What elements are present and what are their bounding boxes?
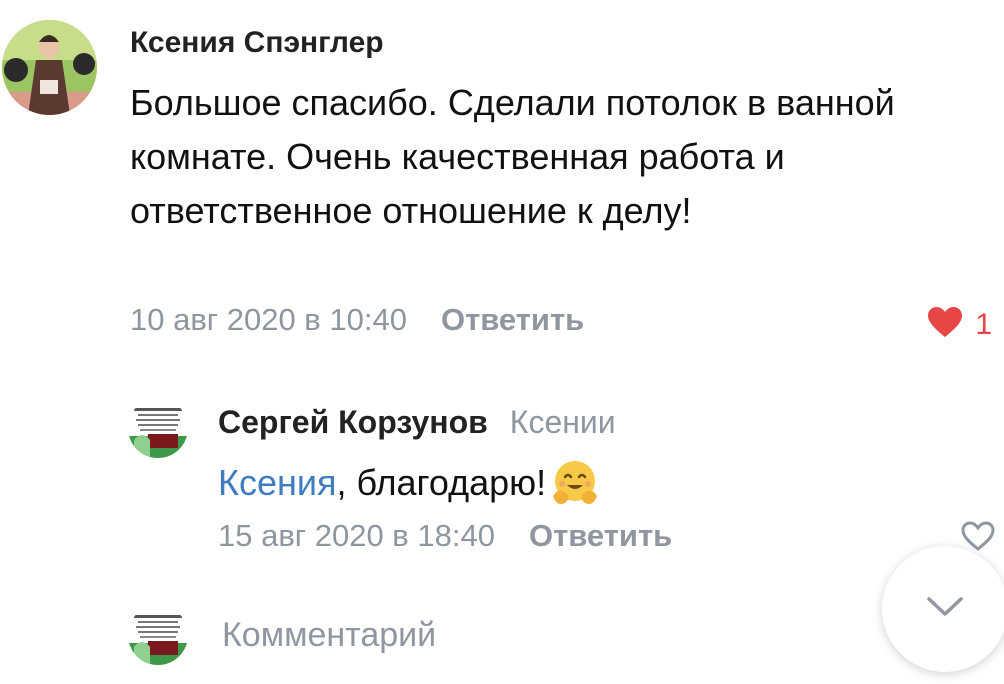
reply-timestamp: 15 авг 2020 в 18:40 [218, 518, 495, 553]
avatar-photo [2, 20, 97, 115]
comments-screen: Ксения Спэнглер Большое спасибо. Сделали… [0, 0, 1004, 684]
reply-author[interactable]: Сергей Корзунов [218, 404, 488, 440]
reply-text: Ксения, благодарю! [218, 458, 600, 508]
chevron-down-icon [925, 595, 965, 624]
heart-icon [927, 306, 963, 343]
comment-author[interactable]: Ксения Спэнглер [130, 26, 384, 60]
reply-author-line: Сергей Корзунов Ксении [218, 404, 616, 441]
avatar[interactable] [128, 605, 188, 665]
comment-input[interactable]: Комментарий [222, 616, 436, 655]
comment-meta: 10 авг 2020 в 10:40 Ответить [130, 302, 584, 338]
hugging-face-emoji-icon [550, 458, 600, 508]
avatar-logo [128, 398, 188, 458]
reply-button[interactable]: Ответить [529, 518, 672, 554]
avatar[interactable] [2, 20, 97, 115]
reply-text-body: , благодарю! [336, 462, 547, 503]
like-count: 1 [975, 307, 992, 341]
reply-button[interactable]: Ответить [441, 302, 584, 338]
comment-text: Большое спасибо. Сделали потолок в ванно… [130, 82, 895, 231]
avatar-logo [128, 605, 188, 665]
mention-link[interactable]: Ксения [218, 462, 336, 504]
like-button[interactable]: 1 [927, 306, 992, 343]
reply-to[interactable]: Ксении [510, 404, 616, 440]
reply-meta: 15 авг 2020 в 18:40 Ответить [218, 518, 672, 554]
avatar[interactable] [128, 398, 188, 458]
comment-timestamp: 10 авг 2020 в 10:40 [130, 302, 407, 337]
scroll-down-button[interactable] [882, 546, 1004, 672]
